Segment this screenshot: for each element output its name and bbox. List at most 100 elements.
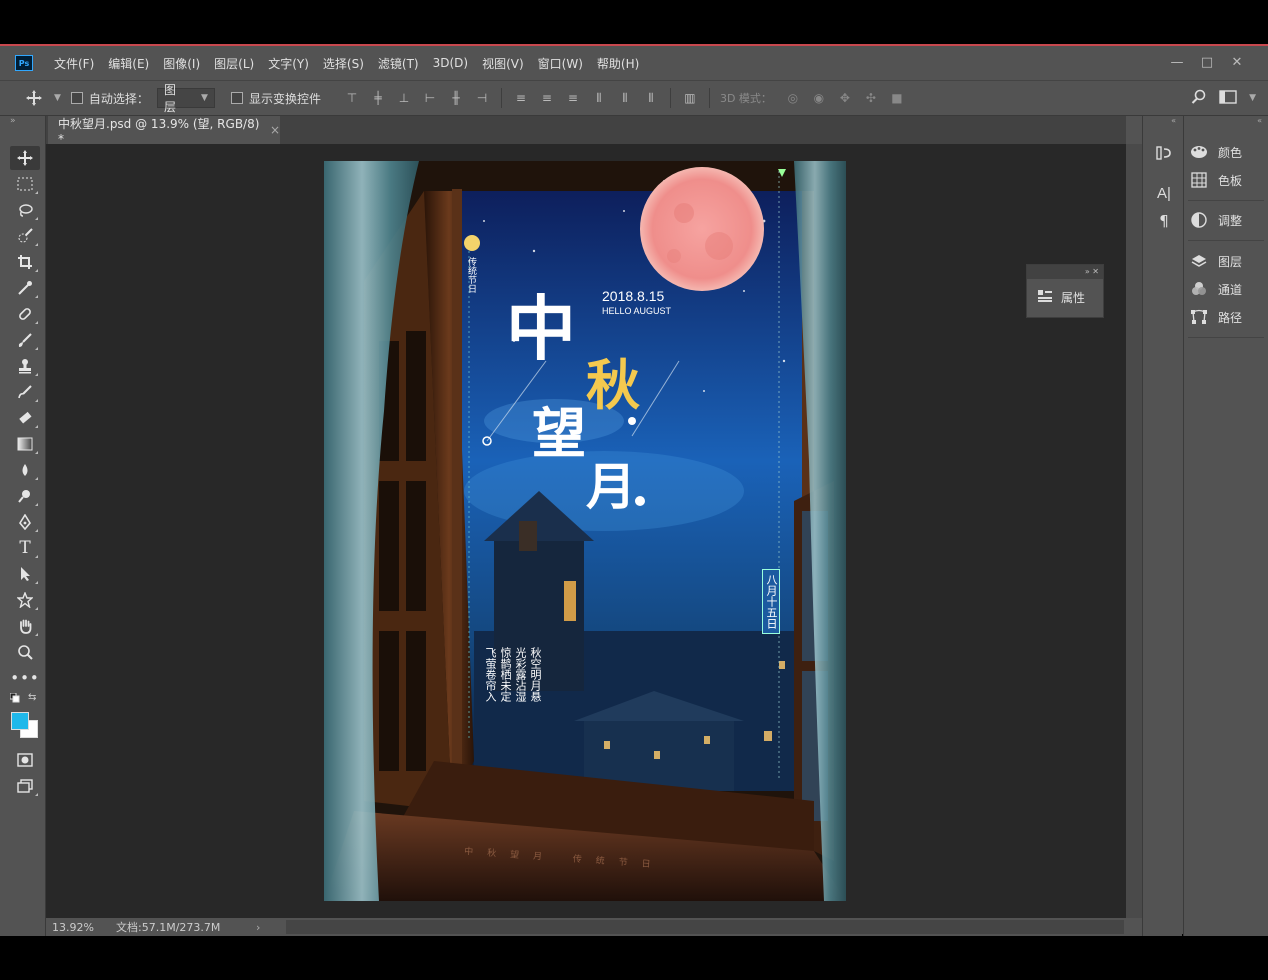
distribute-right-icon[interactable]: ⫴ bbox=[638, 88, 664, 108]
align-bottom-icon[interactable]: ⊥ bbox=[391, 88, 417, 108]
divider bbox=[1188, 200, 1264, 201]
gradient-tool-icon[interactable] bbox=[10, 432, 40, 456]
pen-tool-icon[interactable] bbox=[10, 510, 40, 534]
close-window-button[interactable]: ✕ bbox=[1222, 52, 1252, 72]
foreground-color-swatch[interactable] bbox=[11, 712, 29, 730]
workspace-icon[interactable] bbox=[1219, 89, 1237, 107]
layers-panel-tab[interactable]: 图层 bbox=[1190, 249, 1266, 273]
collapse-icon[interactable]: « bbox=[1184, 116, 1268, 126]
photoshop-window: Ps 文件(F) 编辑(E) 图像(I) 图层(L) 文字(Y) 选择(S) 滤… bbox=[0, 44, 1268, 936]
align-vcenter-icon[interactable]: ╪ bbox=[365, 88, 391, 108]
chevron-down-icon[interactable]: ▼ bbox=[54, 93, 61, 103]
chevron-down-icon[interactable]: ▼ bbox=[1249, 93, 1256, 103]
paths-panel-tab[interactable]: 路径 bbox=[1190, 305, 1266, 329]
swatches-panel-tab[interactable]: 色板 bbox=[1190, 168, 1266, 192]
align-right-icon[interactable]: ⊣ bbox=[469, 88, 495, 108]
auto-align-icon[interactable]: ▥ bbox=[677, 88, 703, 108]
blur-tool-icon[interactable] bbox=[10, 458, 40, 482]
paths-icon bbox=[1190, 309, 1208, 325]
distribute-top-icon[interactable]: ≡ bbox=[508, 88, 534, 108]
channels-panel-tab[interactable]: 通道 bbox=[1190, 277, 1266, 301]
panel-header[interactable]: » ✕ bbox=[1027, 265, 1103, 279]
distribute-vcenter-icon[interactable]: ≡ bbox=[534, 88, 560, 108]
properties-button[interactable]: 属性 bbox=[1027, 279, 1103, 306]
vertical-scrollbar[interactable] bbox=[1126, 144, 1142, 918]
zoom-level[interactable]: 13.92% bbox=[46, 921, 116, 934]
distribute-bottom-icon[interactable]: ≡ bbox=[560, 88, 586, 108]
eraser-tool-icon[interactable] bbox=[10, 406, 40, 430]
poster-subtitle: HELLO AUGUST bbox=[602, 306, 672, 316]
eyedropper-tool-icon[interactable] bbox=[10, 276, 40, 300]
marquee-tool-icon[interactable] bbox=[10, 172, 40, 196]
canvas-area[interactable]: 中 秋 望 月 2018.8.15 HELLO AUGUST 传统节日 八月十五… bbox=[46, 144, 1126, 918]
document-info[interactable]: 文档:57.1M/273.7M bbox=[116, 919, 256, 935]
menu-edit[interactable]: 编辑(E) bbox=[101, 55, 156, 72]
history-icon[interactable] bbox=[1153, 142, 1175, 164]
window-controls: — □ ✕ bbox=[1162, 52, 1252, 72]
adjustments-panel-tab[interactable]: 调整 bbox=[1190, 208, 1266, 232]
scale-3d-icon[interactable]: ■ bbox=[884, 88, 910, 108]
shape-tool-icon[interactable] bbox=[10, 588, 40, 612]
auto-select-checkbox[interactable] bbox=[70, 92, 83, 104]
stamp-tool-icon[interactable] bbox=[10, 354, 40, 378]
show-transform-checkbox[interactable] bbox=[230, 92, 243, 104]
move-tool-icon[interactable] bbox=[10, 146, 40, 170]
status-menu-arrow[interactable]: › bbox=[256, 921, 260, 934]
more-tools-icon[interactable]: ••• bbox=[10, 666, 40, 690]
poster-poem: 秋空明月悬 光彩露沾湿 惊鹊栖未定 飞萤卷帘入 bbox=[484, 647, 542, 702]
slide-3d-icon[interactable]: ✣ bbox=[858, 88, 884, 108]
distribute-hcenter-icon[interactable]: ⫴ bbox=[612, 88, 638, 108]
palette-icon bbox=[1190, 145, 1208, 159]
orbit-3d-icon[interactable]: ◎ bbox=[780, 88, 806, 108]
menu-3d[interactable]: 3D(D) bbox=[426, 56, 475, 70]
menu-type[interactable]: 文字(Y) bbox=[261, 55, 316, 72]
roll-3d-icon[interactable]: ◉ bbox=[806, 88, 832, 108]
menu-select[interactable]: 选择(S) bbox=[316, 55, 371, 72]
properties-icon bbox=[1037, 289, 1053, 306]
align-hcenter-icon[interactable]: ╫ bbox=[443, 88, 469, 108]
move-tool-preset-icon[interactable] bbox=[14, 86, 54, 110]
zoom-tool-icon[interactable] bbox=[10, 640, 40, 664]
swap-colors-icon[interactable]: ⇆ bbox=[28, 692, 36, 703]
character-icon[interactable]: A| bbox=[1153, 182, 1175, 204]
brush-tool-icon[interactable] bbox=[10, 328, 40, 352]
auto-select-dropdown[interactable]: 图层 ▼ bbox=[156, 83, 215, 114]
type-tool-icon[interactable]: T bbox=[10, 536, 40, 560]
default-colors-icon[interactable] bbox=[9, 692, 20, 706]
hand-tool-icon[interactable] bbox=[10, 614, 40, 638]
menu-help[interactable]: 帮助(H) bbox=[590, 55, 646, 72]
crop-tool-icon[interactable] bbox=[10, 250, 40, 274]
lasso-tool-icon[interactable] bbox=[10, 198, 40, 222]
color-panel-tab[interactable]: 颜色 bbox=[1190, 140, 1266, 164]
horizontal-scrollbar[interactable] bbox=[286, 920, 1124, 934]
status-bar: 13.92% 文档:57.1M/273.7M › bbox=[46, 918, 1142, 936]
document-tab[interactable]: 中秋望月.psd @ 13.9% (望, RGB/8) * × bbox=[48, 116, 280, 146]
history-brush-tool-icon[interactable] bbox=[10, 380, 40, 404]
drag-3d-icon[interactable]: ✥ bbox=[832, 88, 858, 108]
paragraph-icon[interactable]: ¶ bbox=[1153, 210, 1175, 232]
properties-floating-panel[interactable]: » ✕ 属性 bbox=[1026, 264, 1104, 318]
menu-filter[interactable]: 滤镜(T) bbox=[371, 55, 426, 72]
menu-file[interactable]: 文件(F) bbox=[47, 55, 101, 72]
poster-title-char-2: 秋 bbox=[586, 354, 640, 417]
healing-brush-tool-icon[interactable] bbox=[10, 302, 40, 326]
dodge-tool-icon[interactable] bbox=[10, 484, 40, 508]
close-tab-icon[interactable]: × bbox=[270, 123, 280, 137]
align-left-icon[interactable]: ⊢ bbox=[417, 88, 443, 108]
document-canvas[interactable]: 中 秋 望 月 2018.8.15 HELLO AUGUST 传统节日 八月十五… bbox=[324, 161, 846, 901]
path-select-tool-icon[interactable] bbox=[10, 562, 40, 586]
menu-window[interactable]: 窗口(W) bbox=[531, 55, 590, 72]
quick-mask-icon[interactable] bbox=[10, 748, 40, 772]
collapse-icon[interactable]: « bbox=[1143, 116, 1182, 126]
collapse-icon[interactable]: » bbox=[10, 116, 16, 126]
minimize-button[interactable]: — bbox=[1162, 52, 1192, 72]
search-icon[interactable] bbox=[1191, 89, 1207, 108]
maximize-button[interactable]: □ bbox=[1192, 52, 1222, 72]
screen-mode-icon[interactable] bbox=[10, 774, 40, 798]
distribute-left-icon[interactable]: ⫴ bbox=[586, 88, 612, 108]
align-top-icon[interactable]: ⊤ bbox=[339, 88, 365, 108]
menu-layer[interactable]: 图层(L) bbox=[207, 55, 261, 72]
menu-image[interactable]: 图像(I) bbox=[156, 55, 207, 72]
quick-select-tool-icon[interactable] bbox=[10, 224, 40, 248]
menu-view[interactable]: 视图(V) bbox=[475, 55, 531, 72]
